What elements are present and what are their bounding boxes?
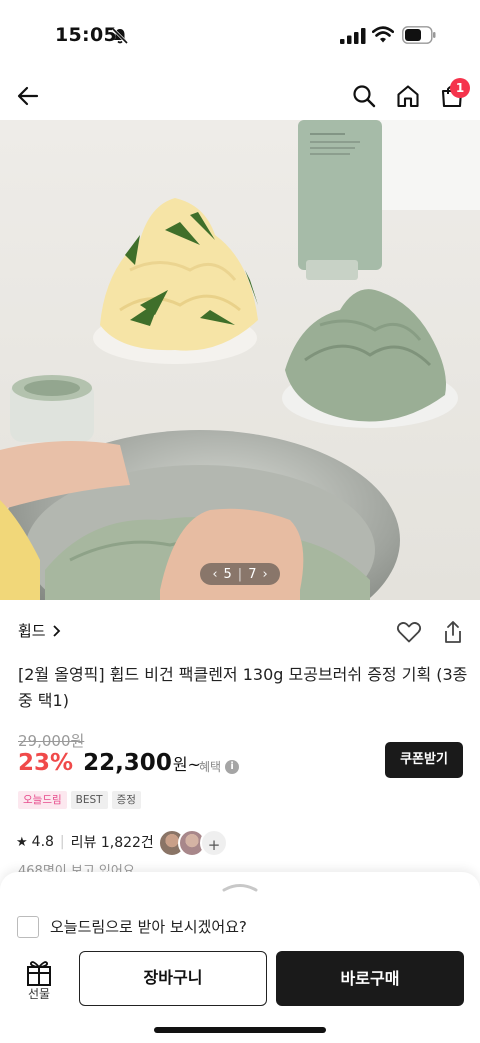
cart-count-badge: 1 [450, 78, 470, 98]
today-delivery-checkbox[interactable] [17, 916, 39, 938]
gallery-total: 7 [248, 566, 257, 582]
product-photo [0, 120, 480, 600]
gift-label: 선물 [27, 987, 51, 1001]
price-row: 23% 22,300 원~ [18, 750, 201, 776]
rating-value: 4.8 [31, 834, 54, 850]
star-icon: ★ [16, 834, 28, 850]
bell-off-icon [111, 27, 129, 45]
price-suffix: 원~ [172, 755, 201, 774]
tag-best: BEST [70, 791, 108, 809]
info-icon: i [225, 759, 240, 774]
battery-icon [402, 26, 436, 44]
gift-icon[interactable] [16, 957, 62, 987]
status-bar: 15:05 [0, 0, 480, 72]
discount-rate: 23% [18, 750, 74, 776]
wifi-icon [372, 26, 394, 43]
add-to-cart-button[interactable]: 장바구니 [79, 951, 267, 1006]
benefit-label: 혜택 [199, 760, 222, 774]
top-nav [0, 72, 480, 120]
original-price: 29,000원 [18, 732, 85, 750]
chevron-right-icon[interactable]: › [262, 567, 267, 582]
product-tags: 오늘드림 BEST 증정 [18, 791, 141, 809]
gallery-pager[interactable]: ‹ 5 | 7 › [200, 563, 280, 585]
search-icon[interactable] [348, 80, 380, 112]
chevron-left-icon[interactable]: ‹ [212, 567, 217, 582]
product-title: [2월 올영픽] 휩드 비건 팩클렌저 130g 모공브러쉬 증정 기획 (3종… [18, 665, 468, 710]
signal-icon [340, 28, 366, 44]
review-thumbnails[interactable]: + [158, 829, 228, 857]
gallery-current: 5 [223, 566, 232, 582]
chevron-right-icon [52, 624, 60, 637]
brand-link[interactable]: 휩드 [18, 620, 62, 641]
today-delivery-label[interactable]: 오늘드림으로 받아 보시겠어요? [50, 916, 247, 938]
review-count[interactable]: 리뷰 1,822건 [71, 832, 154, 852]
coupon-button[interactable]: 쿠폰받기 [385, 742, 463, 778]
plus-icon[interactable]: + [200, 829, 228, 857]
back-icon[interactable] [12, 80, 44, 112]
gallery-separator: | [237, 566, 243, 582]
rating-row[interactable]: ★ 4.8 | 리뷰 1,822건 [16, 832, 154, 852]
home-icon[interactable] [392, 80, 424, 112]
tag-gift: 증정 [111, 791, 141, 809]
share-icon[interactable] [442, 620, 464, 644]
brand-name: 휩드 [18, 622, 46, 640]
chevron-up-icon[interactable] [222, 882, 258, 892]
divider: | [59, 834, 65, 850]
product-image-gallery[interactable] [0, 120, 480, 600]
tag-today-delivery: 오늘드림 [18, 791, 67, 809]
home-indicator [154, 1027, 326, 1033]
heart-icon[interactable] [396, 620, 422, 644]
sale-price: 22,300 [83, 750, 172, 776]
status-time: 15:05 [55, 24, 117, 46]
buy-now-button[interactable]: 바로구매 [276, 951, 464, 1006]
benefit-info[interactable]: 혜택 i [199, 758, 240, 775]
